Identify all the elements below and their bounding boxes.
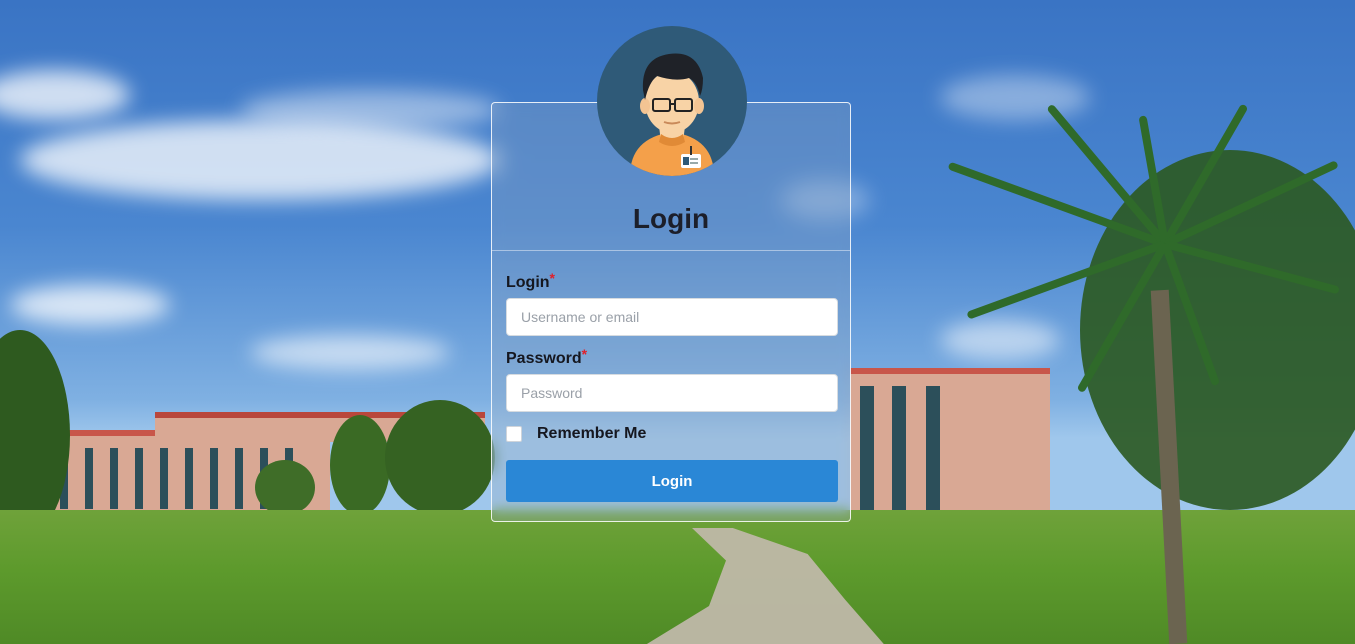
remember-me-label[interactable]: Remember Me bbox=[537, 425, 646, 443]
password-label-text: Password bbox=[506, 350, 582, 367]
password-required-marker: * bbox=[581, 346, 588, 362]
password-input[interactable] bbox=[506, 374, 838, 412]
password-label: Password* bbox=[506, 346, 587, 368]
title-divider bbox=[492, 250, 850, 251]
username-input[interactable] bbox=[506, 298, 838, 336]
avatar-illustration bbox=[630, 53, 714, 176]
username-label: Login* bbox=[506, 270, 555, 292]
login-submit-button[interactable]: Login bbox=[506, 460, 838, 502]
login-title: Login bbox=[632, 203, 710, 234]
user-avatar-icon bbox=[597, 26, 747, 176]
remember-me-checkbox[interactable] bbox=[506, 426, 522, 442]
username-label-text: Login bbox=[506, 274, 550, 291]
remember-me-row[interactable]: Remember Me bbox=[506, 425, 646, 443]
username-required-marker: * bbox=[549, 270, 555, 286]
